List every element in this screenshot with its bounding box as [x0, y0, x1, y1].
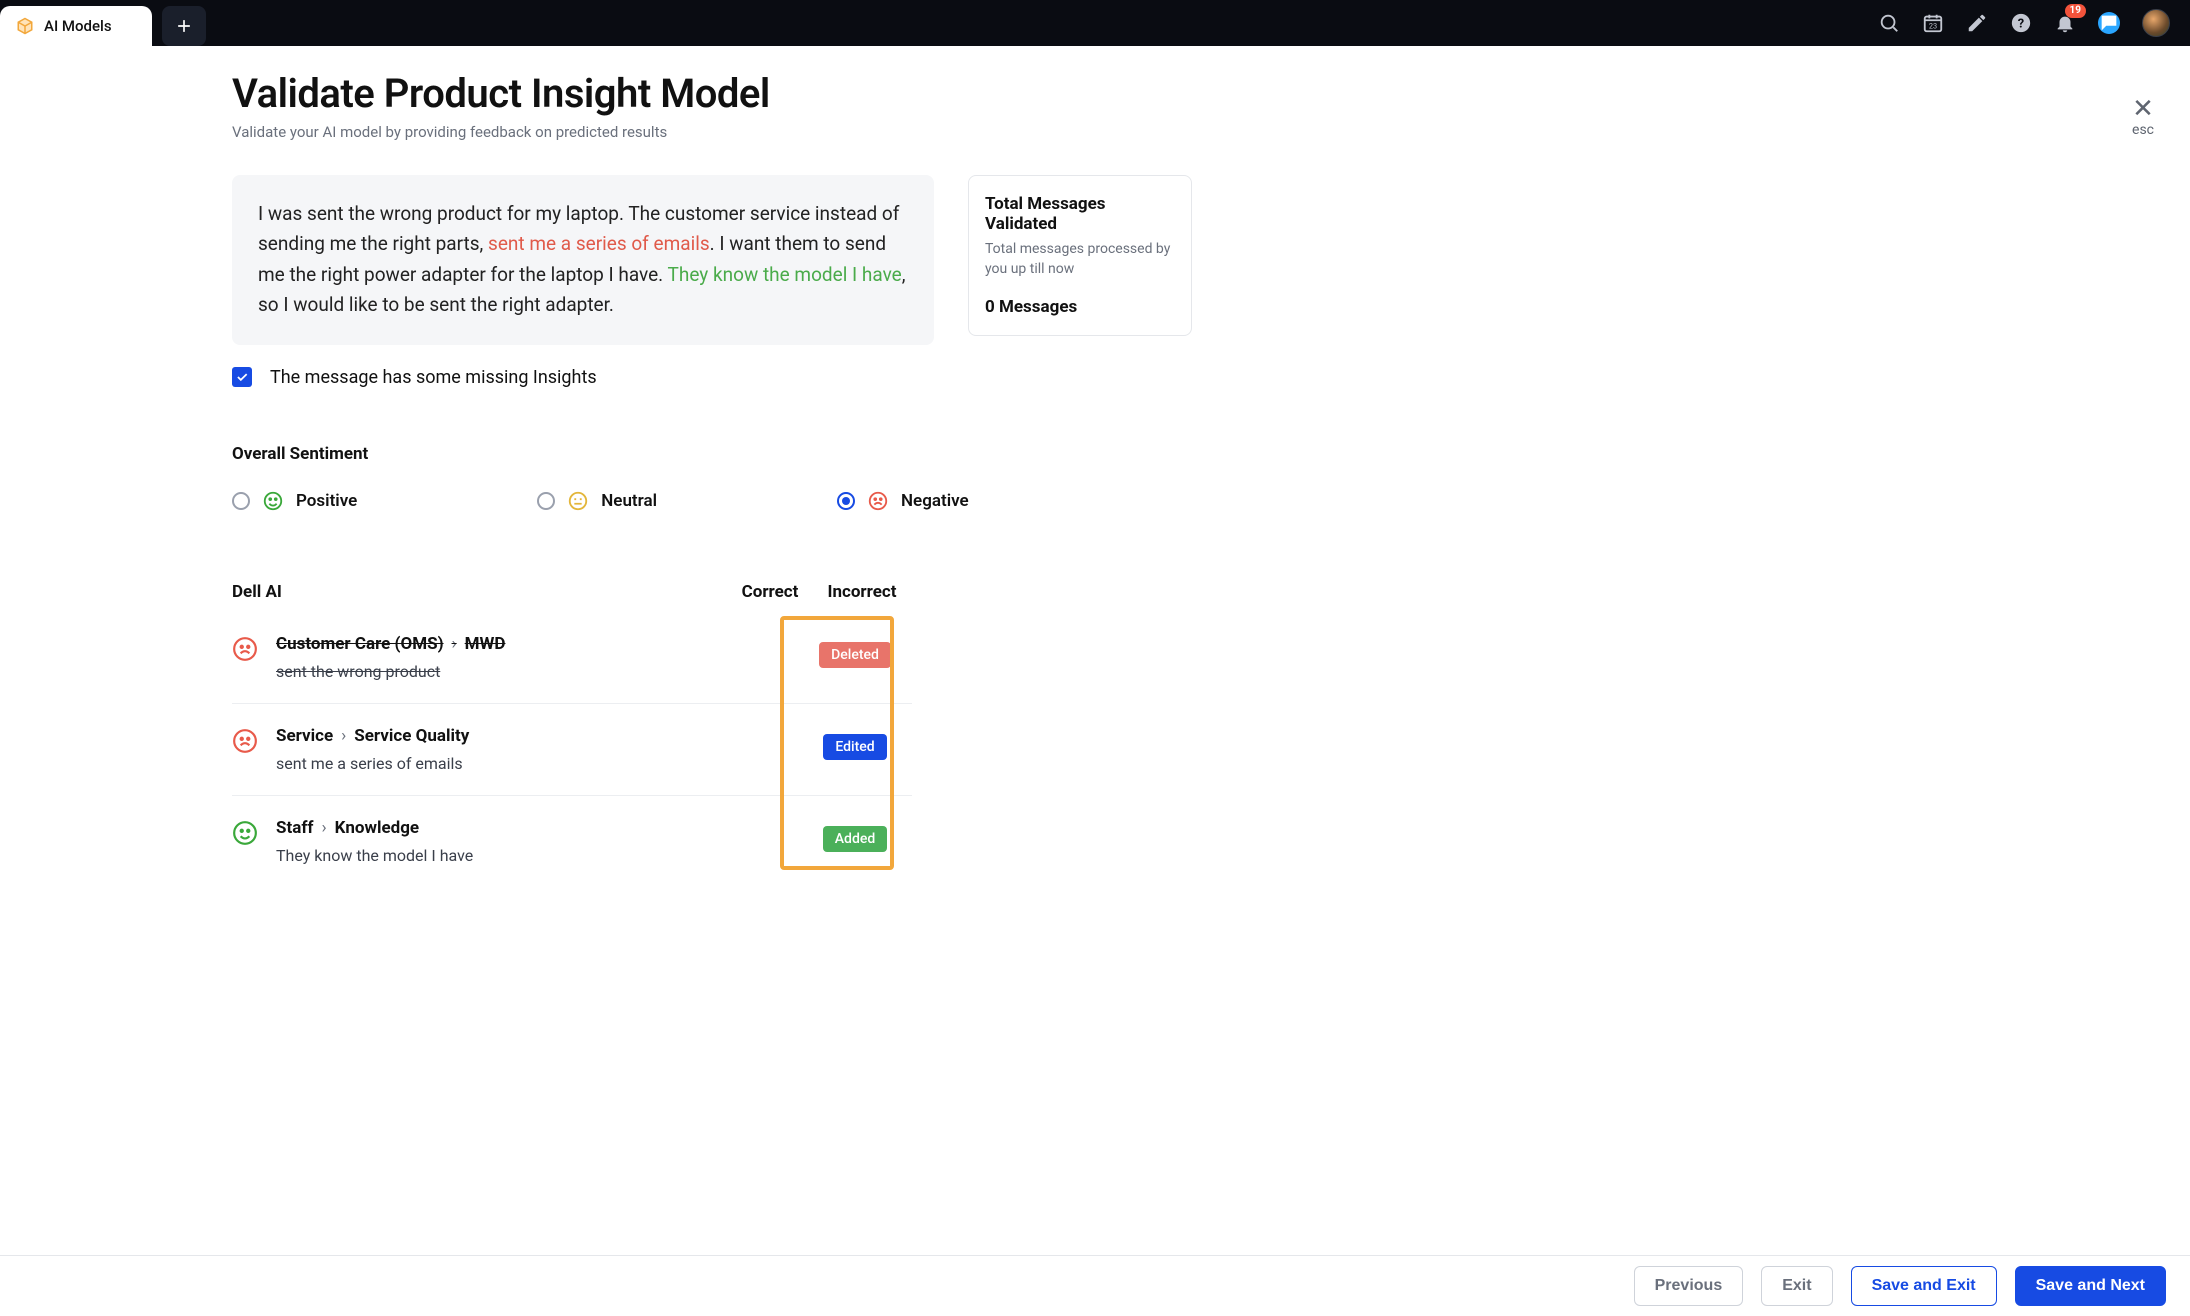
chevron-right-icon: › — [322, 818, 327, 838]
radio-negative[interactable] — [837, 492, 855, 510]
insight-row: Service › Service Quality sent me a seri… — [232, 704, 912, 796]
insights-list: Customer Care (OMS) › MWD sent the wrong… — [232, 612, 912, 887]
save-and-exit-button[interactable]: Save and Exit — [1851, 1266, 1997, 1306]
message-box: I was sent the wrong product for my lapt… — [232, 175, 934, 345]
col-incorrect: Incorrect — [812, 582, 912, 602]
insight-row: Customer Care (OMS) › MWD sent the wrong… — [232, 612, 912, 704]
sentiment-options: Positive Neutral Negative — [232, 490, 1192, 512]
insight-text: sent the wrong product — [276, 662, 740, 681]
frown-icon — [232, 728, 258, 754]
radio-positive[interactable] — [232, 492, 250, 510]
insight-row: Staff › Knowledge They know the model I … — [232, 796, 912, 887]
insight-text: sent me a series of emails — [276, 754, 740, 773]
close-icon: ✕ — [2132, 98, 2154, 120]
edit-icon[interactable] — [1966, 12, 1988, 34]
stats-card: Total Messages Validated Total messages … — [968, 175, 1192, 336]
status-chip-deleted: Deleted — [819, 642, 891, 668]
status-chip-added: Added — [823, 826, 887, 852]
page-subtitle: Validate your AI model by providing feed… — [232, 123, 1192, 141]
status-chip-edited: Edited — [823, 734, 886, 760]
sentiment-option-negative[interactable]: Negative — [837, 490, 969, 512]
stats-subtitle: Total messages processed by you up till … — [985, 240, 1175, 279]
topbar: AI Models 23 ? 19 — [0, 0, 2190, 46]
dell-ai-header: Dell AI Correct Incorrect — [232, 582, 912, 602]
insight-path: Staff › Knowledge — [276, 818, 740, 838]
tab-ai-models[interactable]: AI Models — [0, 6, 152, 46]
topbar-right: 23 ? 19 — [1878, 9, 2178, 37]
previous-button[interactable]: Previous — [1634, 1266, 1744, 1306]
help-icon[interactable]: ? — [2010, 12, 2032, 34]
missing-insights-label: The message has some missing Insights — [270, 367, 597, 388]
sentiment-label-positive: Positive — [296, 491, 357, 511]
stats-title: Total Messages Validated — [985, 194, 1175, 234]
avatar[interactable] — [2142, 9, 2170, 37]
missing-insights-checkbox[interactable] — [232, 367, 252, 387]
search-icon[interactable] — [1878, 12, 1900, 34]
svg-text:?: ? — [2018, 17, 2024, 32]
chevron-right-icon: › — [341, 726, 346, 746]
page-body: ✕ esc Validate Product Insight Model Val… — [0, 46, 2190, 977]
close-button[interactable]: ✕ esc — [2132, 98, 2154, 138]
page-title: Validate Product Insight Model — [232, 70, 1192, 117]
insight-path: Customer Care (OMS) › MWD — [276, 634, 740, 654]
smile-icon — [232, 820, 258, 846]
close-label: esc — [2132, 122, 2154, 138]
add-tab-button[interactable] — [162, 6, 206, 46]
dell-ai-heading: Dell AI — [232, 582, 282, 602]
sentiment-label-neutral: Neutral — [601, 491, 657, 511]
message-highlight-green: They know the model I have — [668, 263, 902, 286]
chevron-right-icon: › — [452, 634, 457, 654]
footer-bar: Previous Exit Save and Exit Save and Nex… — [0, 1255, 2190, 1316]
svg-text:23: 23 — [1929, 22, 1937, 31]
insight-path: Service › Service Quality — [276, 726, 740, 746]
notification-badge: 19 — [2065, 4, 2086, 18]
exit-button[interactable]: Exit — [1761, 1266, 1832, 1306]
frown-icon — [232, 636, 258, 662]
sentiment-label-negative: Negative — [901, 491, 969, 511]
save-and-next-button[interactable]: Save and Next — [2015, 1266, 2166, 1306]
cube-icon — [16, 17, 34, 35]
chat-icon[interactable] — [2098, 12, 2120, 34]
sentiment-heading: Overall Sentiment — [232, 444, 1192, 464]
calendar-icon[interactable]: 23 — [1922, 12, 1944, 34]
frown-icon — [867, 490, 889, 512]
radio-neutral[interactable] — [537, 492, 555, 510]
sentiment-option-positive[interactable]: Positive — [232, 490, 357, 512]
tab-label: AI Models — [44, 17, 112, 35]
stats-value: 0 Messages — [985, 297, 1175, 317]
neutral-icon — [567, 490, 589, 512]
sentiment-option-neutral[interactable]: Neutral — [537, 490, 657, 512]
missing-insights-row: The message has some missing Insights — [232, 367, 1192, 388]
notifications-icon[interactable]: 19 — [2054, 12, 2076, 34]
message-highlight-red: sent me a series of emails — [488, 232, 710, 255]
insight-text: They know the model I have — [276, 846, 740, 865]
col-correct: Correct — [728, 582, 812, 602]
smile-icon — [262, 490, 284, 512]
